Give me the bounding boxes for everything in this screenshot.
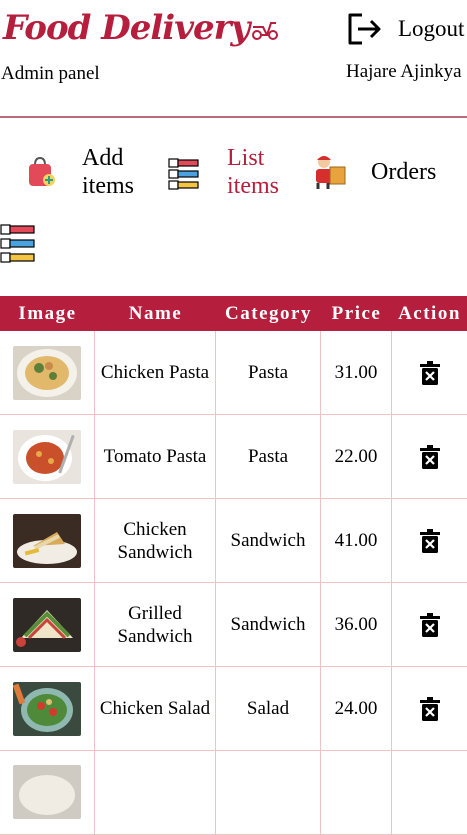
delivery-person-icon xyxy=(316,156,346,189)
table-row: Grilled Sandwich Sandwich 36.00 xyxy=(0,583,467,667)
admin-panel-subtitle: Admin panel xyxy=(1,63,100,84)
food-image xyxy=(13,765,81,819)
nav-orders[interactable]: Orders xyxy=(312,154,436,190)
food-image xyxy=(13,429,81,484)
delete-icon[interactable] xyxy=(419,612,440,637)
action-cell xyxy=(392,499,467,582)
nav-orders-label: Orders xyxy=(371,159,437,185)
action-cell xyxy=(392,583,467,666)
action-cell xyxy=(392,667,467,750)
food-image xyxy=(13,345,81,400)
header: Food Delivery Admin panel Logout Hajare … xyxy=(0,0,467,118)
item-price: 36.00 xyxy=(321,583,392,666)
action-cell xyxy=(392,415,467,498)
image-cell xyxy=(0,331,95,414)
action-cell xyxy=(392,331,467,414)
username: Hajare Ajinkya xyxy=(346,61,462,82)
item-category-cell xyxy=(216,751,321,834)
table-row: Chicken Salad Salad 24.00 xyxy=(0,667,467,751)
nav-add-line1: Add xyxy=(82,145,124,171)
nav-list-line1: List xyxy=(227,145,265,171)
header-name: Name xyxy=(128,302,183,324)
logout-icon xyxy=(348,13,381,45)
brand-logo[interactable]: Food Delivery xyxy=(3,8,279,48)
brand-title: Food Delivery xyxy=(3,8,250,48)
nav-add-items-label: Add items xyxy=(82,144,134,200)
delete-icon[interactable] xyxy=(419,528,440,553)
item-price: 31.00 xyxy=(321,331,392,414)
table-header: Image Name Category Price Action xyxy=(0,296,467,331)
header-image: Image xyxy=(18,302,77,324)
item-name: Chicken Pasta xyxy=(95,331,216,414)
image-cell xyxy=(0,415,95,498)
food-image xyxy=(13,597,81,652)
item-price: 24.00 xyxy=(321,667,392,750)
item-name: Chicken Sandwich xyxy=(95,499,216,582)
logout-label: Logout xyxy=(398,16,465,41)
delete-icon[interactable] xyxy=(419,444,440,469)
item-category: Salad xyxy=(216,667,321,750)
header-price: Price xyxy=(331,302,382,324)
nav-list-line2: items xyxy=(227,173,279,199)
item-category: Pasta xyxy=(216,415,321,498)
shopping-bag-add-icon xyxy=(29,156,55,186)
delete-icon[interactable] xyxy=(419,360,440,385)
table-row: Chicken Pasta Pasta 31.00 xyxy=(0,331,467,415)
header-category: Category xyxy=(225,302,312,324)
item-category: Sandwich xyxy=(216,499,321,582)
table-row: Tomato Pasta Pasta 22.00 xyxy=(0,415,467,499)
item-category: Sandwich xyxy=(216,583,321,666)
nav-list-items-label: List items xyxy=(227,144,279,200)
item-name: Chicken Salad xyxy=(95,667,216,750)
image-cell xyxy=(0,499,95,582)
nav-orders-label-wrap: Orders xyxy=(371,158,436,186)
food-image xyxy=(13,513,81,568)
numbered-list-icon xyxy=(0,224,35,263)
items-table: Image Name Category Price Action Chicken… xyxy=(0,296,467,835)
nav-list-items[interactable]: List items xyxy=(168,144,279,200)
admin-nav: Add items List items Orders xyxy=(0,140,467,210)
item-name: Grilled Sandwich xyxy=(95,583,216,666)
delete-icon[interactable] xyxy=(419,696,440,721)
action-cell xyxy=(392,751,467,834)
item-name-cell xyxy=(95,751,216,834)
image-cell xyxy=(0,667,95,750)
item-name: Tomato Pasta xyxy=(95,415,216,498)
logout-button[interactable]: Logout xyxy=(346,12,464,46)
table-row xyxy=(0,751,467,835)
item-category: Pasta xyxy=(216,331,321,414)
table-row: Chicken Sandwich Sandwich 41.00 xyxy=(0,499,467,583)
scooter-icon xyxy=(252,22,279,40)
numbered-list-icon xyxy=(168,158,199,190)
image-cell xyxy=(0,751,95,834)
item-price: 41.00 xyxy=(321,499,392,582)
item-price: 22.00 xyxy=(321,415,392,498)
nav-add-items[interactable]: Add items xyxy=(26,144,134,200)
food-image xyxy=(13,681,81,736)
nav-add-line2: items xyxy=(82,173,134,199)
image-cell xyxy=(0,583,95,666)
header-action: Action xyxy=(398,302,461,324)
item-price-cell xyxy=(321,751,392,834)
